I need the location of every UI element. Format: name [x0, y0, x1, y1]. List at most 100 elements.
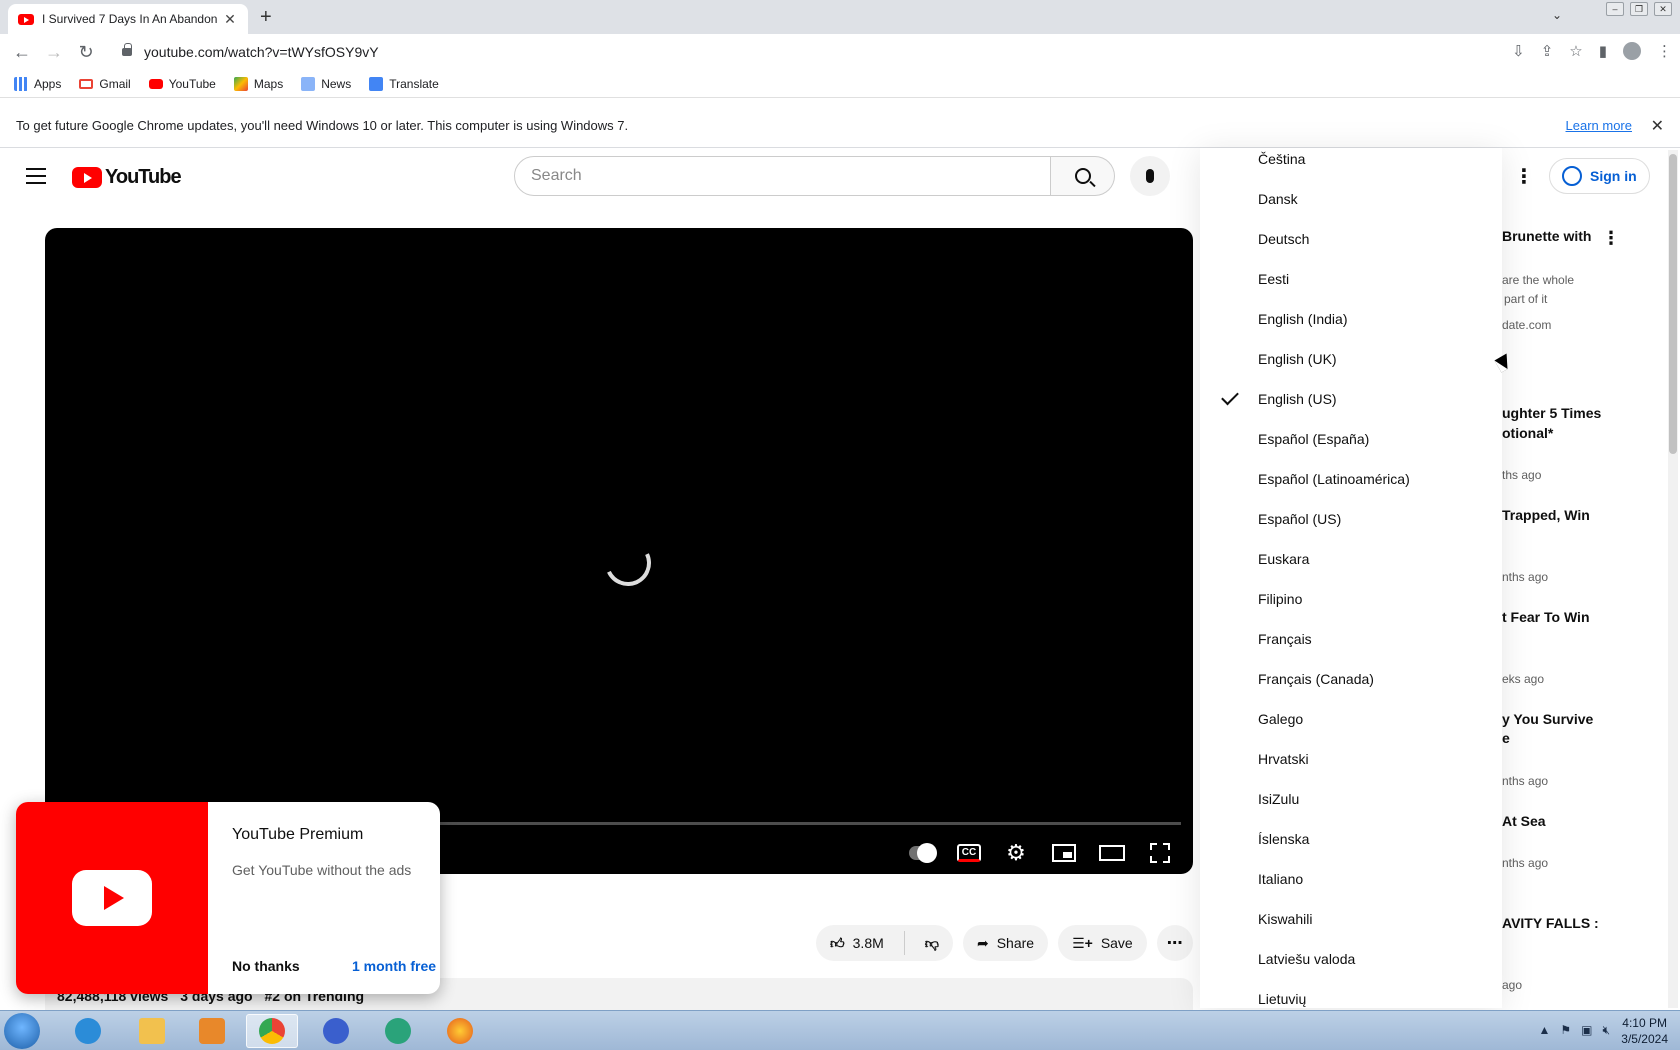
rec-more-icon[interactable]: ⋮	[1602, 228, 1620, 249]
rec-meta: ths ago	[1502, 468, 1542, 482]
rec-title[interactable]: ughter 5 Times	[1502, 405, 1601, 421]
settings-gear-icon[interactable]: ⚙	[1003, 840, 1029, 865]
bookmark-translate[interactable]: Translate	[369, 76, 439, 91]
language-option[interactable]: English (UK)	[1258, 351, 1337, 367]
language-option[interactable]: Italiano	[1258, 871, 1303, 887]
settings-more-icon[interactable]: ⋮	[1514, 164, 1534, 189]
bookmark-maps[interactable]: Maps	[233, 76, 283, 91]
language-option[interactable]: Kiswahili	[1258, 911, 1312, 927]
dislike-button[interactable]: 👎︎	[925, 935, 939, 952]
rec-title[interactable]: At Sea	[1502, 813, 1546, 829]
language-option[interactable]: Galego	[1258, 711, 1303, 727]
tray-expand-icon[interactable]: ▲	[1538, 1023, 1550, 1038]
language-option[interactable]: Íslenska	[1258, 831, 1309, 847]
more-actions-button[interactable]: ⋯	[1156, 925, 1193, 961]
minimize-button[interactable]: –	[1606, 2, 1624, 16]
subtitles-cc-button[interactable]: CC	[957, 844, 981, 862]
forward-arrow-icon[interactable]: →	[38, 42, 70, 63]
sign-in-button[interactable]: Sign in	[1549, 158, 1650, 194]
miniplayer-icon	[1052, 844, 1076, 862]
taskbar-app-green[interactable]	[372, 1014, 424, 1048]
language-option[interactable]: Hrvatski	[1258, 751, 1309, 767]
rec-title[interactable]: t Fear To Win	[1502, 609, 1590, 625]
page-scrollbar[interactable]	[1668, 150, 1678, 1008]
search-input[interactable]: Search	[514, 156, 1051, 196]
theater-mode-button[interactable]	[1099, 842, 1125, 864]
microphone-icon	[1146, 169, 1154, 183]
scrollbar-thumb[interactable]	[1669, 154, 1677, 454]
bookmark-youtube[interactable]: YouTube	[148, 77, 216, 91]
search-button[interactable]	[1051, 156, 1115, 196]
flag-icon[interactable]: ⚑	[1560, 1023, 1571, 1038]
share-arrow-icon: ➦	[976, 934, 989, 951]
fullscreen-button[interactable]	[1147, 842, 1173, 864]
browser-tab[interactable]: I Survived 7 Days In An Abandon ✕	[8, 4, 248, 34]
language-option[interactable]: Español (España)	[1258, 431, 1369, 447]
install-icon[interactable]: ⇩	[1512, 42, 1525, 60]
taskbar-app-infinity[interactable]	[310, 1014, 362, 1048]
rec-title[interactable]: Brunette with	[1502, 228, 1591, 244]
no-thanks-button[interactable]: No thanks	[232, 958, 300, 974]
close-window-button[interactable]: ✕	[1654, 2, 1672, 16]
voice-search-button[interactable]	[1130, 156, 1170, 196]
language-option[interactable]: IsiZulu	[1258, 791, 1299, 807]
rec-title[interactable]: Trapped, Win	[1502, 507, 1590, 523]
youtube-favicon-icon	[18, 13, 34, 25]
bookmark-gmail[interactable]: Gmail	[79, 77, 131, 91]
hamburger-menu-icon[interactable]	[26, 168, 46, 189]
youtube-logo[interactable]: YouTube	[72, 166, 182, 189]
video-player[interactable]: CC ⚙	[45, 228, 1193, 874]
tab-search-chevron-icon[interactable]: ⌄	[1552, 8, 1562, 22]
language-option[interactable]: Čeština	[1258, 151, 1305, 167]
taskbar-ie[interactable]	[62, 1014, 114, 1048]
taskbar-media-player[interactable]	[186, 1014, 238, 1048]
taskbar-clock[interactable]: 4:10 PM 3/5/2024	[1621, 1015, 1668, 1047]
bookmark-news[interactable]: News	[301, 76, 351, 91]
tab-close-icon[interactable]: ✕	[222, 11, 238, 28]
autoplay-toggle[interactable]	[909, 842, 937, 864]
rec-title[interactable]: e	[1502, 730, 1510, 746]
language-option[interactable]: Deutsch	[1258, 231, 1309, 247]
share-button[interactable]: ➦ Share	[962, 925, 1049, 961]
learn-more-link[interactable]: Learn more	[1566, 118, 1632, 133]
taskbar-chrome[interactable]	[246, 1014, 298, 1048]
back-arrow-icon[interactable]: ←	[6, 42, 38, 63]
bookmark-apps[interactable]: Apps	[14, 76, 61, 91]
rec-title[interactable]: otional*	[1502, 425, 1553, 441]
reload-icon[interactable]: ↻	[70, 42, 102, 63]
update-infobar: To get future Google Chrome updates, you…	[0, 104, 1680, 148]
miniplayer-button[interactable]	[1051, 842, 1077, 864]
language-option[interactable]: Eesti	[1258, 271, 1289, 287]
rec-title[interactable]: y You Survive	[1502, 711, 1593, 727]
profile-avatar-icon[interactable]	[1623, 42, 1641, 60]
share-page-icon[interactable]: ⇪	[1541, 42, 1554, 60]
language-option[interactable]: Latviešu valoda	[1258, 951, 1355, 967]
language-option[interactable]: Español (Latinoamérica)	[1258, 471, 1410, 487]
language-option[interactable]: Français	[1258, 631, 1312, 647]
maximize-button[interactable]: ❐	[1630, 2, 1648, 16]
side-panel-icon[interactable]: ▮	[1599, 42, 1607, 60]
chrome-menu-icon[interactable]: ⋮	[1657, 42, 1672, 60]
volume-muted-icon[interactable]: 🔇︎	[1602, 1023, 1610, 1038]
free-trial-button[interactable]: 1 month free	[352, 958, 436, 974]
start-button-icon[interactable]	[4, 1013, 40, 1049]
bookmark-star-icon[interactable]: ☆	[1569, 42, 1582, 60]
network-icon[interactable]: ▣	[1581, 1023, 1592, 1038]
infobar-close-icon[interactable]: ✕	[1651, 116, 1664, 136]
taskbar-explorer[interactable]	[126, 1014, 178, 1048]
address-bar[interactable]: youtube.com/watch?v=tWYsfOSY9vY	[108, 38, 1498, 66]
language-option[interactable]: Dansk	[1258, 191, 1298, 207]
rec-title[interactable]: AVITY FALLS :	[1502, 915, 1599, 931]
language-option[interactable]: Español (US)	[1258, 511, 1341, 527]
language-option[interactable]: Français (Canada)	[1258, 671, 1374, 687]
like-button[interactable]: 👍︎ 3.8M	[830, 935, 884, 952]
language-option[interactable]: Lietuvių	[1258, 991, 1306, 1007]
new-tab-button[interactable]: +	[260, 6, 272, 29]
language-option[interactable]: Euskara	[1258, 551, 1309, 567]
tab-strip: I Survived 7 Days In An Abandon ✕ + ⌄ – …	[0, 0, 1680, 34]
language-option[interactable]: English (India)	[1258, 311, 1348, 327]
save-button[interactable]: ☰+ Save	[1058, 925, 1147, 961]
taskbar-firefox[interactable]	[434, 1014, 486, 1048]
language-option-selected[interactable]: English (US)	[1258, 391, 1337, 407]
language-option[interactable]: Filipino	[1258, 591, 1302, 607]
